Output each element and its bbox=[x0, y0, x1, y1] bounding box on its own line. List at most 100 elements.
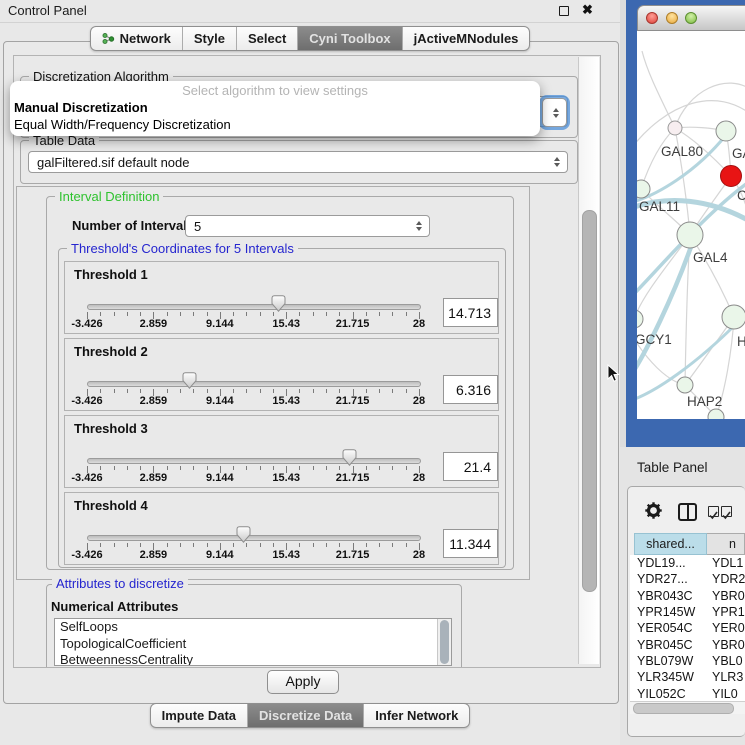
table-row[interactable]: YIL052CYIL0 bbox=[630, 685, 745, 701]
slider-tick bbox=[406, 312, 407, 316]
slider-tick bbox=[260, 312, 261, 316]
slider-track[interactable] bbox=[87, 535, 421, 541]
network-node-label: GAL11 bbox=[639, 199, 680, 214]
table-data-combo[interactable]: galFiltered.sif default node bbox=[28, 151, 568, 173]
slider-tick bbox=[339, 466, 340, 470]
slider-tick bbox=[180, 543, 181, 547]
control-panel-title: Control Panel bbox=[8, 3, 87, 18]
slider-tick bbox=[100, 389, 101, 393]
cell-shared-name: YDL19... bbox=[630, 556, 712, 570]
network-node-label: GCY1 bbox=[637, 332, 672, 347]
attributes-scrollbar[interactable] bbox=[437, 619, 451, 665]
zoom-traffic-light[interactable] bbox=[685, 12, 697, 24]
table-row[interactable]: YDR27...YDR2 bbox=[630, 571, 745, 587]
network-node-label: HAP2 bbox=[687, 394, 722, 409]
network-node-gal4[interactable] bbox=[677, 222, 703, 248]
slider-tick bbox=[406, 543, 407, 547]
slider-track[interactable] bbox=[87, 381, 421, 387]
network-node-gcy1[interactable] bbox=[637, 310, 643, 328]
threshold-value-field[interactable]: 11.344 bbox=[443, 529, 498, 558]
table-row[interactable]: YER054CYER0 bbox=[630, 620, 745, 636]
table-row[interactable]: YLR345WYLR3 bbox=[630, 669, 745, 685]
table-row[interactable]: YBR043CYBR0 bbox=[630, 588, 745, 604]
table-hscrollbar[interactable] bbox=[630, 701, 745, 714]
checkbox-icon[interactable] bbox=[721, 506, 732, 517]
apply-button[interactable]: Apply bbox=[267, 670, 339, 694]
table-row[interactable]: YDL19...YDL1 bbox=[630, 555, 745, 571]
slider-tick-label: 15.43 bbox=[258, 395, 314, 407]
slider-tick-label: -3.426 bbox=[59, 549, 115, 561]
threshold-value-field[interactable]: 21.4 bbox=[443, 452, 498, 481]
network-node-hap2[interactable] bbox=[677, 377, 693, 393]
main-scrollbar-thumb[interactable] bbox=[582, 210, 597, 592]
table-hscrollbar-thumb[interactable] bbox=[633, 703, 734, 714]
combo-arrows-icon bbox=[416, 221, 422, 231]
table-row[interactable]: YBL079WYBL0 bbox=[630, 653, 745, 669]
slider-thumb[interactable] bbox=[271, 295, 286, 312]
gear-icon[interactable] bbox=[645, 502, 662, 519]
slider-tick-label: 9.144 bbox=[192, 472, 248, 484]
slider-track[interactable] bbox=[87, 458, 421, 464]
control-panel-titlebar: Control Panel ✖ bbox=[0, 0, 620, 23]
network-view[interactable]: GAL80GACGAL11GAL4GCY1HHAP2 bbox=[637, 31, 745, 419]
network-node-h[interactable] bbox=[722, 305, 745, 329]
table-row[interactable]: YPR145WYPR1 bbox=[630, 604, 745, 620]
threshold-value-field[interactable]: 6.316 bbox=[443, 375, 498, 404]
slider-tick bbox=[379, 389, 380, 393]
slider-thumb[interactable] bbox=[236, 526, 251, 543]
cell-name: YIL0 bbox=[712, 687, 738, 701]
attributes-scrollbar-thumb[interactable] bbox=[440, 620, 449, 664]
attribute-item[interactable]: SelfLoops bbox=[55, 619, 451, 636]
dropdown-option-equal-width-frequency-discretization[interactable]: Equal Width/Frequency Discretization bbox=[14, 117, 231, 132]
main-scrollbar[interactable] bbox=[578, 57, 599, 664]
slider-thumb[interactable] bbox=[342, 449, 357, 466]
tab-style[interactable]: Style bbox=[182, 27, 236, 50]
slider-tick bbox=[299, 466, 300, 470]
slider-tick bbox=[326, 543, 327, 547]
attribute-item[interactable]: TopologicalCoefficient bbox=[55, 636, 451, 653]
checkbox-icon[interactable] bbox=[708, 506, 719, 517]
slider-tick-label: 21.715 bbox=[325, 395, 381, 407]
attributes-group: Numerical Attributes SelfLoopsTopologica… bbox=[46, 584, 462, 668]
network-node-label: C bbox=[737, 188, 745, 203]
column-header-shared-name[interactable]: shared... bbox=[634, 533, 707, 555]
dropdown-option-manual-discretization[interactable]: Manual Discretization bbox=[14, 100, 148, 115]
minimize-traffic-light[interactable] bbox=[666, 12, 678, 24]
split-columns-icon[interactable] bbox=[678, 503, 697, 521]
slider-tick bbox=[339, 312, 340, 316]
slider-tick bbox=[180, 466, 181, 470]
numerical-attributes-list[interactable]: SelfLoopsTopologicalCoefficientBetweenne… bbox=[54, 618, 452, 666]
slider-tick bbox=[207, 312, 208, 316]
slider-tick-label: 9.144 bbox=[192, 395, 248, 407]
column-header-name[interactable]: n bbox=[707, 533, 745, 555]
network-node[interactable] bbox=[721, 166, 742, 187]
attribute-item[interactable]: BetweennessCentrality bbox=[55, 652, 451, 666]
tab-strip: NetworkStyleSelectCyni ToolboxjActiveMNo… bbox=[90, 26, 531, 51]
cell-shared-name: YBL079W bbox=[630, 654, 712, 668]
tab-network[interactable]: Network bbox=[91, 27, 182, 50]
float-window-icon[interactable] bbox=[559, 6, 569, 16]
slider-tick-label: 9.144 bbox=[192, 318, 248, 330]
tab-impute-data[interactable]: Impute Data bbox=[151, 704, 247, 727]
slider-thumb[interactable] bbox=[182, 372, 197, 389]
tab-discretize-data[interactable]: Discretize Data bbox=[247, 704, 363, 727]
algorithm-combo-arrow-button[interactable] bbox=[542, 98, 567, 127]
tab-infer-network[interactable]: Infer Network bbox=[363, 704, 469, 727]
cell-name: YDL1 bbox=[712, 556, 743, 570]
table-row[interactable]: YBR045CYBR0 bbox=[630, 636, 745, 652]
tab-select[interactable]: Select bbox=[236, 27, 297, 50]
network-node[interactable] bbox=[716, 121, 736, 141]
tab-jactivemnodules[interactable]: jActiveMNodules bbox=[402, 27, 530, 50]
threshold-value-field[interactable]: 14.713 bbox=[443, 298, 498, 327]
cell-name: YDR2 bbox=[712, 572, 745, 586]
number-of-intervals-combo[interactable]: 5 bbox=[185, 215, 430, 237]
tab-cyni-toolbox[interactable]: Cyni Toolbox bbox=[297, 27, 401, 50]
close-traffic-light[interactable] bbox=[646, 12, 658, 24]
network-window-titlebar[interactable] bbox=[637, 5, 745, 31]
tab-label: Discretize Data bbox=[259, 708, 352, 723]
network-node-label: H bbox=[737, 334, 745, 349]
network-node-gal11[interactable] bbox=[637, 180, 650, 198]
network-node-gal80[interactable] bbox=[668, 121, 682, 135]
close-panel-icon[interactable]: ✖ bbox=[582, 2, 593, 18]
slider-track[interactable] bbox=[87, 304, 421, 310]
